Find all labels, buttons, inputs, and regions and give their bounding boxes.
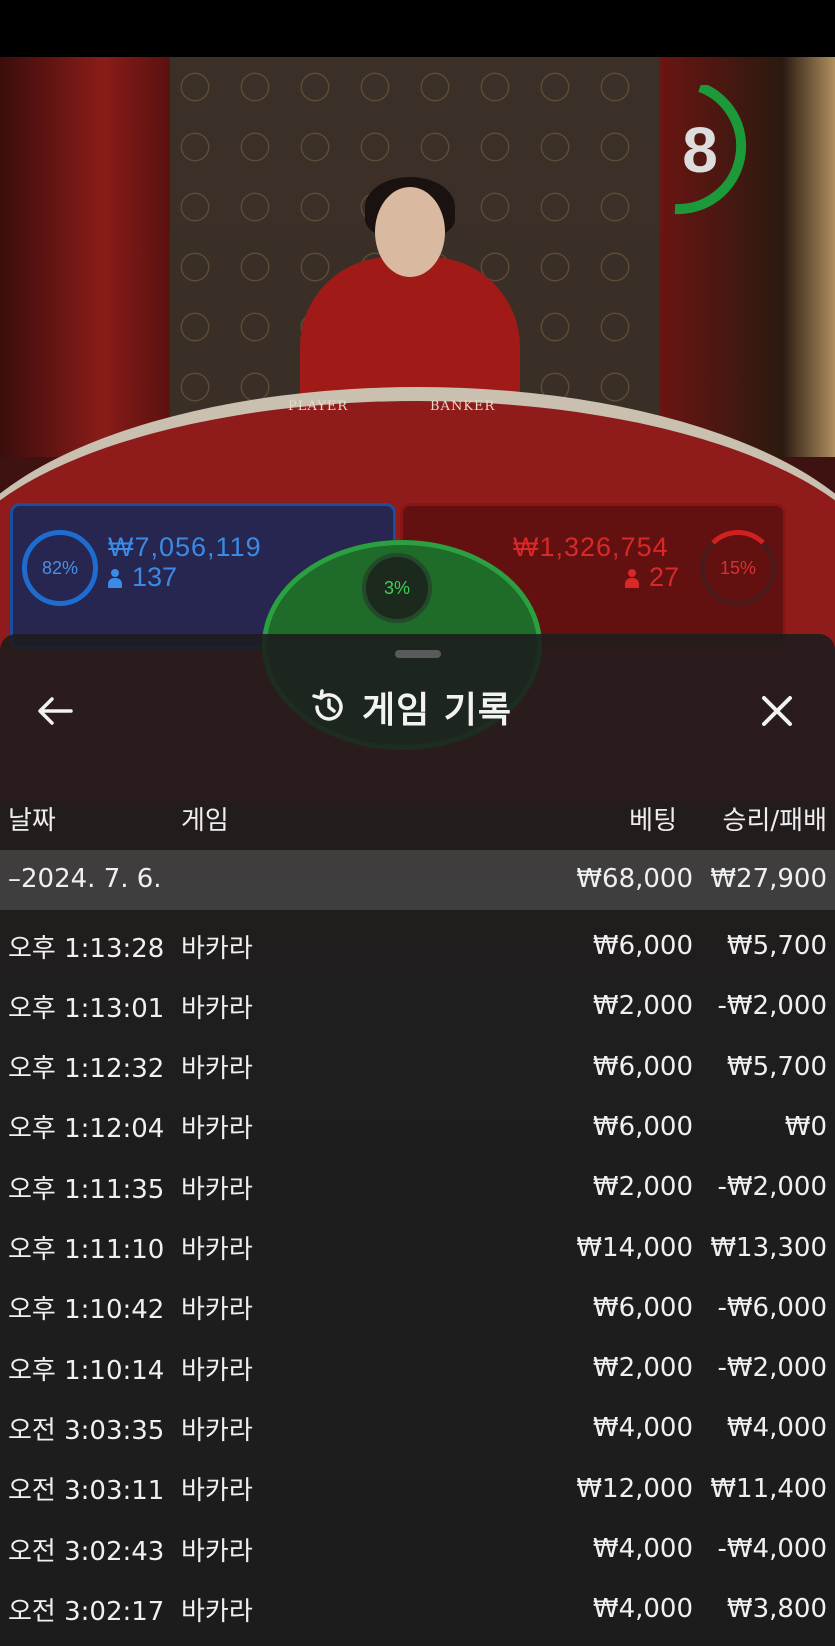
history-row[interactable]: 오후 1:11:10 바카라 ₩14,000 ₩13,300 [0, 1219, 835, 1277]
banker-bettor-count: 27 [625, 562, 679, 593]
history-row-bet: ₩6,000 [592, 1051, 693, 1082]
history-row-result: ₩5,700 [726, 931, 827, 961]
history-row-result: ₩0 [784, 1111, 827, 1142]
history-row[interactable]: 오후 1:11:35 바카라 ₩2,000 -₩2,000 [0, 1158, 835, 1216]
status-bar [0, 0, 835, 57]
player-percent: 82% [41, 557, 79, 578]
history-row-game: 바카라 [181, 1235, 253, 1265]
column-header-game: 게임 [181, 806, 229, 836]
player-bettor-count: 137 [108, 562, 177, 593]
history-row-bet: ₩4,000 [592, 1534, 693, 1564]
banker-count-value: 27 [649, 562, 680, 592]
history-row-result: -₩2,000 [717, 991, 827, 1022]
history-row-bet: ₩6,000 [592, 1111, 693, 1142]
history-row[interactable]: 오후 1:13:01 바카라 ₩2,000 -₩2,000 [0, 977, 835, 1035]
history-row[interactable]: 오전 3:02:17 바카라 ₩4,000 ₩3,800 [0, 1580, 835, 1638]
history-row-time: 오후 1:13:28 [8, 933, 165, 964]
history-row[interactable]: 오전 3:03:11 바카라 ₩12,000 ₩11,400 [0, 1460, 835, 1518]
history-row-bet: ₩2,000 [592, 1172, 693, 1203]
history-row-result: -₩6,000 [717, 1292, 827, 1323]
arrow-left-icon [38, 697, 73, 725]
history-row-game: 바카라 [181, 1114, 253, 1145]
history-row-time: 오전 3:02:43 [8, 1536, 165, 1567]
person-icon [625, 568, 639, 589]
sheet-title-text: 게임 기록 [362, 690, 513, 731]
player-count-value: 137 [132, 562, 178, 592]
history-row-result: ₩11,400 [710, 1473, 827, 1504]
history-row-bet: ₩12,000 [576, 1473, 693, 1504]
close-button[interactable] [752, 686, 802, 736]
dealer-head [375, 187, 445, 277]
history-row-game: 바카라 [181, 1596, 253, 1627]
table-label-banker: BANKER [430, 399, 496, 414]
sheet-header: 게임 기록 [0, 672, 835, 747]
banker-percent-ring: 15% [700, 530, 776, 606]
table-label-player: PLAYER [288, 399, 349, 414]
history-row[interactable]: 오전 3:03:35 바카라 ₩4,000 ₩4,000 [0, 1399, 835, 1457]
date-group-total-bet: ₩68,000 [576, 864, 693, 894]
column-header-date: 날짜 [8, 806, 56, 836]
history-row-time: 오후 1:11:10 [8, 1235, 165, 1265]
banker-bet-total: ₩1,326,754 [513, 532, 669, 562]
history-row-result: ₩13,300 [710, 1232, 827, 1263]
history-row-game: 바카라 [181, 1295, 253, 1326]
history-row[interactable]: 오후 1:13:28 바카라 ₩6,000 ₩5,700 [0, 917, 835, 975]
history-row-game: 바카라 [181, 1174, 253, 1205]
history-row[interactable]: 오후 1:12:04 바카라 ₩6,000 ₩0 [0, 1098, 835, 1156]
history-row-bet: ₩2,000 [592, 1353, 693, 1384]
curtain-left [0, 57, 170, 457]
history-row-time: 오후 1:10:14 [8, 1355, 165, 1386]
person-icon [108, 568, 122, 589]
tie-percent-ring: 3% [362, 553, 432, 623]
back-button[interactable] [30, 686, 80, 736]
history-row[interactable]: 오전 3:02:43 바카라 ₩4,000 -₩4,000 [0, 1520, 835, 1578]
history-row-bet: ₩4,000 [592, 1413, 693, 1444]
date-group-label: –2024. 7. 6. [8, 864, 162, 894]
history-row-result: -₩4,000 [717, 1534, 827, 1564]
history-row[interactable]: 오후 1:12:32 바카라 ₩6,000 ₩5,700 [0, 1038, 835, 1096]
history-row-time: 오전 3:02:17 [8, 1596, 165, 1627]
sheet-title: 게임 기록 [310, 682, 512, 732]
history-row-time: 오후 1:10:42 [8, 1295, 165, 1326]
history-row-game: 바카라 [181, 1536, 253, 1567]
history-row-time: 오후 1:12:04 [8, 1114, 165, 1145]
history-row-time: 오후 1:13:01 [8, 993, 165, 1024]
history-row-bet: ₩6,000 [592, 931, 693, 961]
history-row-game: 바카라 [181, 1355, 253, 1386]
history-row-bet: ₩14,000 [576, 1232, 693, 1263]
history-row-game: 바카라 [181, 993, 253, 1024]
player-bet-total: ₩7,056,119 [108, 532, 262, 562]
history-row-bet: ₩6,000 [592, 1292, 693, 1323]
history-row[interactable]: 오후 1:10:42 바카라 ₩6,000 -₩6,000 [0, 1279, 835, 1337]
history-clock-icon [312, 689, 343, 721]
history-row-bet: ₩4,000 [592, 1594, 693, 1625]
countdown-timer: 8 [655, 82, 765, 215]
close-icon [762, 696, 792, 726]
history-row-time: 오후 1:12:32 [8, 1054, 165, 1085]
column-header-result: 승리/패배 [722, 806, 827, 836]
column-header-bet: 베팅 [629, 806, 677, 836]
history-row[interactable]: 오후 1:10:14 바카라 ₩2,000 -₩2,000 [0, 1339, 835, 1397]
history-row-result: ₩5,700 [726, 1051, 827, 1082]
history-row-time: 오전 3:03:11 [8, 1476, 165, 1507]
banker-percent: 15% [719, 557, 757, 578]
history-row-bet: ₩2,000 [592, 991, 693, 1022]
history-row-time: 오후 1:11:35 [8, 1174, 165, 1205]
player-percent-ring: 82% [22, 530, 98, 606]
history-row-result: -₩2,000 [717, 1172, 827, 1203]
history-row-game: 바카라 [181, 1415, 253, 1446]
sheet-drag-handle[interactable] [395, 650, 441, 658]
date-group-total-result: ₩27,900 [710, 864, 827, 894]
history-row-game: 바카라 [181, 933, 253, 964]
date-group-row[interactable]: –2024. 7. 6. ₩68,000 ₩27,900 [0, 850, 835, 910]
history-row-result: ₩4,000 [726, 1413, 827, 1444]
history-row-result: -₩2,000 [717, 1353, 827, 1384]
countdown-number: 8 [682, 114, 718, 186]
history-row-game: 바카라 [181, 1054, 253, 1085]
history-row-time: 오전 3:03:35 [8, 1415, 165, 1446]
tie-percent: 3% [383, 577, 410, 598]
history-row-game: 바카라 [181, 1476, 253, 1507]
history-row-result: ₩3,800 [726, 1594, 827, 1625]
